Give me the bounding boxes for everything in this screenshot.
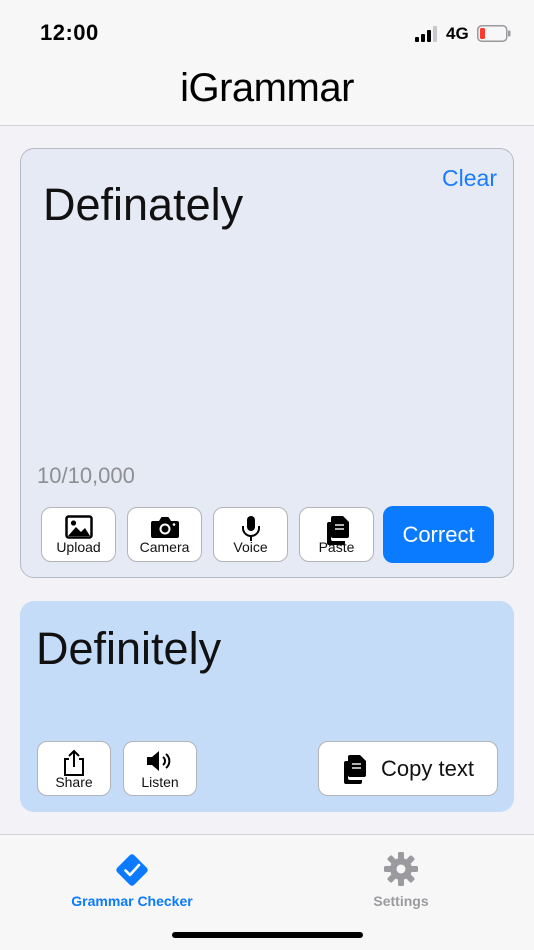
tab-grammar-checker[interactable]: Grammar Checker [32, 843, 232, 909]
corrected-text: Definitely [36, 623, 222, 674]
paste-label: Paste [318, 539, 355, 555]
input-text-area[interactable]: Definately [43, 179, 243, 231]
clear-button[interactable]: Clear [442, 165, 497, 192]
listen-label: Listen [141, 774, 179, 790]
listen-button[interactable]: Listen [123, 741, 197, 796]
gear-icon [384, 852, 418, 886]
tab-settings-label: Settings [373, 893, 429, 909]
share-button[interactable]: Share [37, 741, 111, 796]
checkmark-diamond-icon [116, 854, 148, 886]
camera-button[interactable]: Camera [127, 507, 202, 562]
speaker-icon [147, 751, 171, 771]
share-label: Share [55, 774, 93, 790]
home-indicator [172, 932, 363, 938]
copy-text-label: Copy text [381, 756, 474, 781]
share-icon [64, 749, 84, 776]
copy-icon [344, 755, 366, 784]
battery-icon [477, 25, 511, 42]
page-title: iGrammar [180, 66, 354, 110]
navigation-bar: iGrammar [0, 62, 534, 126]
microphone-icon [241, 516, 260, 541]
camera-label: Camera [139, 539, 190, 555]
tab-grammar-checker-label: Grammar Checker [71, 893, 193, 909]
paste-button[interactable]: Paste [299, 507, 374, 562]
camera-icon [150, 517, 179, 538]
tab-settings[interactable]: Settings [301, 843, 501, 909]
copy-text-button[interactable]: Copy text [318, 741, 498, 796]
cellular-signal-icon [415, 26, 437, 42]
network-type: 4G [446, 24, 469, 43]
correct-button[interactable]: Correct [383, 506, 494, 563]
status-time: 12:00 [40, 20, 99, 45]
output-card: Definitely Share Listen Copy text [20, 601, 514, 812]
input-card: Clear Definately 10/10,000 Upload Camera… [20, 148, 514, 578]
image-icon [64, 515, 93, 539]
voice-button[interactable]: Voice [213, 507, 288, 562]
upload-button[interactable]: Upload [41, 507, 116, 562]
voice-label: Voice [233, 539, 268, 555]
character-count: 10/10,000 [37, 463, 135, 488]
status-bar: 12:00 4G [0, 0, 534, 62]
upload-label: Upload [56, 539, 101, 555]
